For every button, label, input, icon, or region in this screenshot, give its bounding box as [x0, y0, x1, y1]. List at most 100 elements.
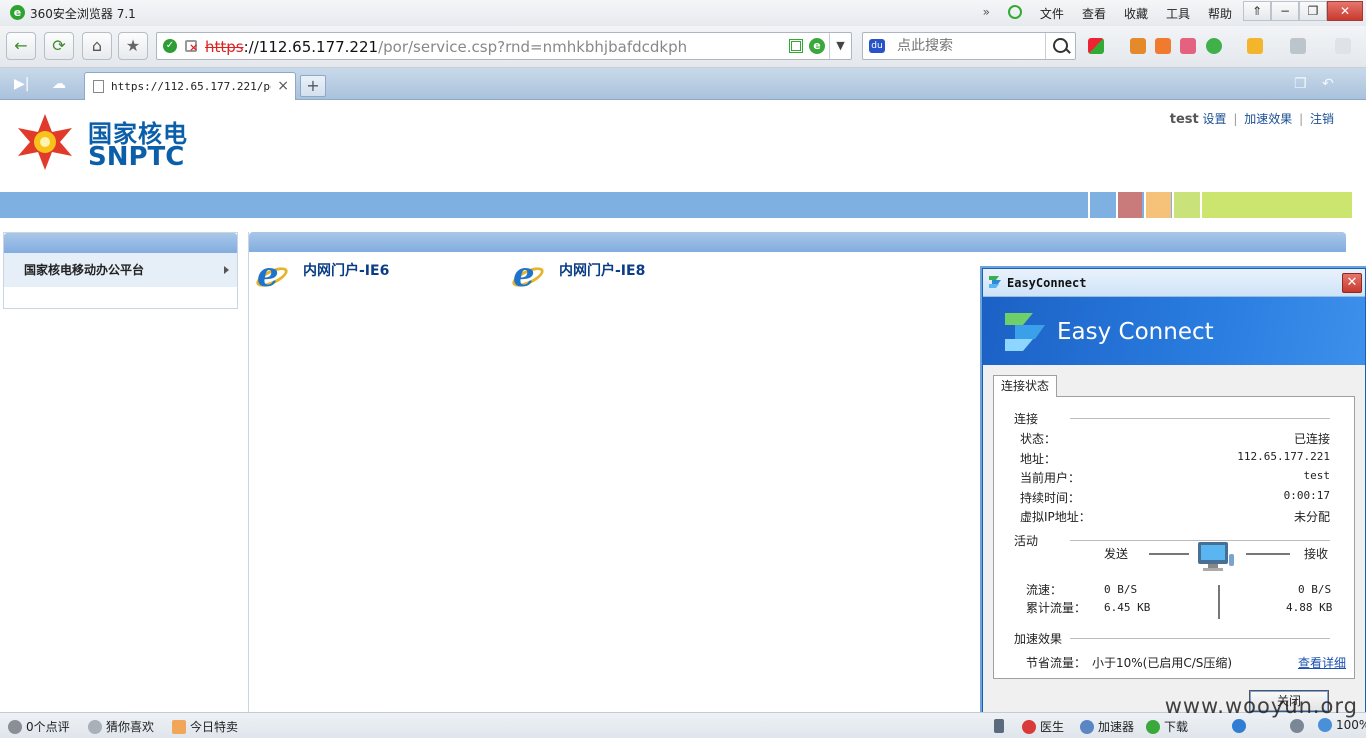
- link-separator: |: [1233, 112, 1238, 126]
- receive-label: 接收: [1304, 547, 1329, 561]
- ie-compat-icon[interactable]: [1232, 719, 1246, 733]
- undo-close-icon[interactable]: ↶: [1322, 76, 1334, 92]
- search-input[interactable]: [897, 37, 1037, 55]
- logout-link[interactable]: 注销: [1310, 112, 1334, 126]
- dialog-close-icon[interactable]: ✕: [1342, 273, 1362, 293]
- activity-group-label: 活动: [1014, 534, 1039, 548]
- screenshot-icon[interactable]: [1290, 38, 1306, 54]
- favorite-button[interactable]: ★: [118, 32, 148, 60]
- cloud-sync-icon[interactable]: ☁: [52, 76, 66, 92]
- restore-window-button[interactable]: ❐: [1299, 1, 1327, 21]
- row-value: 0:00:17: [1283, 489, 1330, 502]
- calendar-icon[interactable]: [1130, 38, 1146, 54]
- total-send-value: 6.45 KB: [1104, 601, 1151, 614]
- browser-title-bar: e 360安全浏览器 7.1 » 文件 查看 收藏 工具 帮助 ⇑ − ❐ ✕: [0, 0, 1366, 26]
- user-account-icon[interactable]: [1007, 5, 1022, 19]
- group-divider: [1070, 638, 1330, 639]
- home-button[interactable]: ⌂: [82, 32, 112, 60]
- menu-help[interactable]: 帮助: [1208, 5, 1232, 22]
- search-icon[interactable]: [1045, 33, 1075, 59]
- tab-portal[interactable]: https://112.65.177.221/por/ ×: [84, 72, 296, 100]
- acceleration-link[interactable]: 加速效果: [1244, 112, 1292, 126]
- user-links: test 设置 | 加速效果 | 注销: [1170, 110, 1334, 127]
- resource-item-ie6[interactable]: e 内网门户-IE6: [253, 258, 389, 294]
- search-box[interactable]: du: [862, 32, 1076, 60]
- reviews-item[interactable]: 0个点评: [8, 718, 70, 735]
- volume-icon[interactable]: [1290, 719, 1304, 733]
- mobile-icon[interactable]: [994, 719, 1004, 733]
- menu-file[interactable]: 文件: [1040, 5, 1064, 22]
- refresh-button[interactable]: ⟳: [44, 32, 74, 60]
- address-bar[interactable]: ✓ https://112.65.177.221/por/service.csp…: [156, 32, 852, 60]
- saved-traffic-value: 小于10%(已启用C/S压缩): [1092, 656, 1233, 670]
- network-computer-icon: [1198, 542, 1234, 571]
- tab-label: https://112.65.177.221/por/: [111, 80, 271, 93]
- qr-code-icon[interactable]: [789, 39, 803, 53]
- url-text[interactable]: https://112.65.177.221/por/service.csp?r…: [205, 38, 687, 56]
- resource-group-item[interactable]: 国家核电移动办公平台: [4, 253, 237, 287]
- shopping-icon[interactable]: [1180, 38, 1196, 54]
- panel-header: [4, 233, 237, 253]
- sidebar-toggle-icon[interactable]: ▶|: [14, 76, 29, 92]
- row-value: test: [1303, 469, 1331, 482]
- current-user-row: 当前用户： test: [1020, 469, 1330, 486]
- menu-more-icon[interactable]: »: [983, 5, 990, 22]
- dialog-title: EasyConnect: [1007, 276, 1087, 290]
- doctor-item[interactable]: 医生: [1022, 718, 1064, 735]
- company-name-en: SNPTC: [88, 142, 185, 172]
- dialog-title-bar[interactable]: EasyConnect ✕: [983, 269, 1365, 297]
- row-label: 状态：: [1020, 432, 1057, 446]
- row-value: 112.65.177.221: [1237, 450, 1330, 463]
- row-label: 持续时间：: [1020, 491, 1081, 505]
- daily-deals-item[interactable]: 今日特卖: [172, 718, 238, 735]
- render-mode-icon[interactable]: e: [809, 38, 825, 54]
- banner-swatch: [1116, 192, 1142, 218]
- resource-label[interactable]: 内网门户-IE6: [303, 260, 389, 280]
- menu-tools[interactable]: 工具: [1166, 5, 1190, 22]
- close-window-button[interactable]: ✕: [1327, 1, 1363, 21]
- download-item[interactable]: 下载: [1146, 718, 1188, 735]
- resource-item-ie8[interactable]: e 内网门户-IE8: [509, 258, 645, 294]
- recommend-item[interactable]: 猜你喜欢: [88, 718, 154, 735]
- zoom-item[interactable]: 100%: [1318, 718, 1366, 732]
- more-tools-icon[interactable]: [1335, 38, 1351, 54]
- virtual-ip-row: 虚拟IP地址： 未分配: [1020, 508, 1330, 525]
- rate-receive-value: 0 B/S: [1298, 583, 1332, 596]
- security-shield-icon[interactable]: ✓: [163, 39, 177, 53]
- receive-line: [1246, 553, 1290, 555]
- accelerator-item[interactable]: 加速器: [1080, 718, 1134, 735]
- coupon-icon[interactable]: [1247, 38, 1263, 54]
- tab-connection-status[interactable]: 连接状态: [993, 375, 1057, 397]
- search-engine-icon[interactable]: du: [869, 39, 885, 53]
- banner-swatch: [1172, 192, 1200, 218]
- settings-link[interactable]: 设置: [1203, 112, 1227, 126]
- security-guard-icon[interactable]: [1206, 38, 1222, 54]
- menu-favorites[interactable]: 收藏: [1124, 5, 1148, 22]
- doctor-icon: [1022, 719, 1036, 734]
- travel-icon[interactable]: [1155, 38, 1171, 54]
- menu-view[interactable]: 查看: [1082, 5, 1106, 22]
- back-button[interactable]: ←: [6, 32, 36, 60]
- page-icon: [93, 80, 104, 93]
- row-value: 未分配: [1293, 510, 1330, 524]
- send-line: [1149, 553, 1189, 555]
- view-details-link[interactable]: 查看详细: [1298, 654, 1346, 671]
- certificate-error-lock-icon[interactable]: [185, 40, 198, 54]
- tab-bar: ▶| ☁ https://112.65.177.221/por/ × + ❐ ↶: [0, 68, 1366, 100]
- easyconnect-dialog: EasyConnect ✕ Easy Connect 连接状态 连接 状态： 已连…: [982, 268, 1366, 714]
- pin-window-button[interactable]: ⇑: [1243, 1, 1271, 21]
- tab-list-icon[interactable]: ❐: [1294, 76, 1307, 92]
- resource-label[interactable]: 内网门户-IE8: [559, 260, 645, 280]
- minimize-window-button[interactable]: −: [1271, 1, 1299, 21]
- recommend-icon: [88, 719, 102, 734]
- new-tab-button[interactable]: +: [300, 75, 326, 97]
- tab-close-icon[interactable]: ×: [277, 78, 289, 94]
- duration-row: 持续时间： 0:00:17: [1020, 489, 1330, 506]
- watermark-text: www.wooyun.org: [1164, 694, 1358, 718]
- easyconnect-icon: [989, 276, 1001, 288]
- apps-icon[interactable]: [1088, 38, 1104, 54]
- gift-icon: [172, 719, 186, 734]
- rate-send-value: 0 B/S: [1104, 583, 1138, 596]
- address-dropdown-icon[interactable]: ▼: [829, 33, 851, 59]
- easyconnect-logo-icon: [1005, 313, 1045, 351]
